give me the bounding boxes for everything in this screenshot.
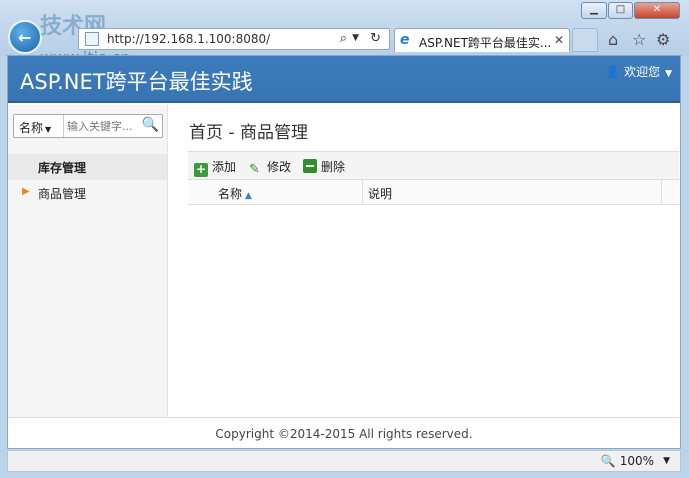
sidebar-group-inventory[interactable]: 库存管理 xyxy=(8,154,167,180)
column-name-label: 名称 xyxy=(218,187,243,201)
user-welcome: 欢迎您 xyxy=(624,65,661,79)
edit-label: 修改 xyxy=(267,160,292,174)
sidebar-item-label: 商品管理 xyxy=(38,187,87,201)
user-menu[interactable]: 👤 欢迎您 ▼ xyxy=(605,63,672,80)
sort-asc-icon: ▲ xyxy=(245,191,252,201)
search-field-select[interactable]: 名称 ▼ xyxy=(14,115,64,137)
arrow-right-icon: ▶ xyxy=(22,186,30,197)
add-button[interactable]: + 添加 xyxy=(194,158,236,177)
address-url[interactable]: http://192.168.1.100:8080/ xyxy=(107,32,270,46)
page-title: 首页 - 商品管理 xyxy=(189,123,308,143)
page-icon xyxy=(85,32,99,46)
favorites-star-icon[interactable]: ☆ xyxy=(632,30,646,49)
back-arrow-icon: ← xyxy=(18,28,32,47)
home-icon[interactable]: ⌂ xyxy=(608,30,618,49)
search-field-label: 名称 xyxy=(19,121,44,135)
delete-icon xyxy=(303,159,317,173)
user-icon: 👤 xyxy=(605,65,621,79)
main-content: 首页 - 商品管理 + 添加 ✎ 修改 删除 名称 ▲ 说明 xyxy=(169,105,680,417)
add-icon: + xyxy=(194,162,208,177)
sidebar-search: 名称▼ 🔍 xyxy=(13,114,163,138)
grid-toolbar: + 添加 ✎ 修改 删除 xyxy=(188,151,679,180)
delete-label: 删除 xyxy=(321,160,346,174)
pencil-icon: ✎ xyxy=(249,162,260,177)
add-label: 添加 xyxy=(212,160,237,174)
status-bar: 🔍 100% ▼ xyxy=(7,450,681,472)
dropdown-icon[interactable]: ▼ xyxy=(352,33,359,43)
column-header-name[interactable]: 名称 ▲ xyxy=(188,180,363,204)
search-icon[interactable]: ⌕ xyxy=(340,31,347,46)
delete-button[interactable]: 删除 xyxy=(303,158,345,175)
zoom-dropdown-icon[interactable]: ▼ xyxy=(663,456,670,466)
search-icon[interactable]: 🔍 xyxy=(142,117,159,133)
app-header: ASP.NET跨平台最佳实践 👤 欢迎您 ▼ xyxy=(8,56,680,103)
address-bar[interactable]: http://192.168.1.100:8080/ ⌕ ▼ ↻ xyxy=(78,28,390,50)
new-tab-button[interactable] xyxy=(572,28,598,52)
app-title: ASP.NET跨平台最佳实践 xyxy=(20,70,253,94)
column-header-description[interactable]: 说明 xyxy=(363,180,662,204)
ie-icon: e xyxy=(400,32,410,48)
copyright-text: Copyright ©2014-2015 All rights reserved… xyxy=(215,427,473,441)
grid-header: 名称 ▲ 说明 xyxy=(188,180,679,205)
search-input[interactable] xyxy=(67,118,145,134)
caret-down-icon: ▼ xyxy=(665,69,672,79)
close-window-button[interactable]: ✕ xyxy=(634,2,680,19)
web-page: ASP.NET跨平台最佳实践 👤欢迎您▼ 名称▼ 🔍 库存管理 ▶ 商品管理 首… xyxy=(7,55,681,449)
zoom-level[interactable]: 🔍 100% xyxy=(601,454,654,468)
zoom-value: 100% xyxy=(619,454,654,468)
footer: Copyright ©2014-2015 All rights reserved… xyxy=(8,417,680,448)
tab-close-icon[interactable]: ✕ xyxy=(554,33,564,47)
sidebar: 名称▼ 🔍 库存管理 ▶ 商品管理 xyxy=(8,105,168,417)
edit-button[interactable]: ✎ 修改 xyxy=(249,158,292,177)
refresh-icon[interactable]: ↻ xyxy=(370,31,381,46)
gear-icon[interactable]: ⚙ xyxy=(656,30,670,49)
chevron-down-icon: ▼ xyxy=(45,125,52,134)
browser-tab[interactable]: e ASP.NET跨平台最佳实... ✕ xyxy=(394,28,570,52)
sidebar-item-products[interactable]: ▶ 商品管理 xyxy=(8,180,167,206)
column-desc-label: 说明 xyxy=(368,187,393,201)
tab-title: ASP.NET跨平台最佳实... xyxy=(419,36,552,50)
minimize-button[interactable]: ▁ xyxy=(581,2,607,19)
back-button[interactable]: ← xyxy=(8,20,42,54)
zoom-icon: 🔍 xyxy=(600,454,616,468)
maximize-button[interactable]: □ xyxy=(608,2,633,19)
sidebar-group-label: 库存管理 xyxy=(38,161,87,175)
